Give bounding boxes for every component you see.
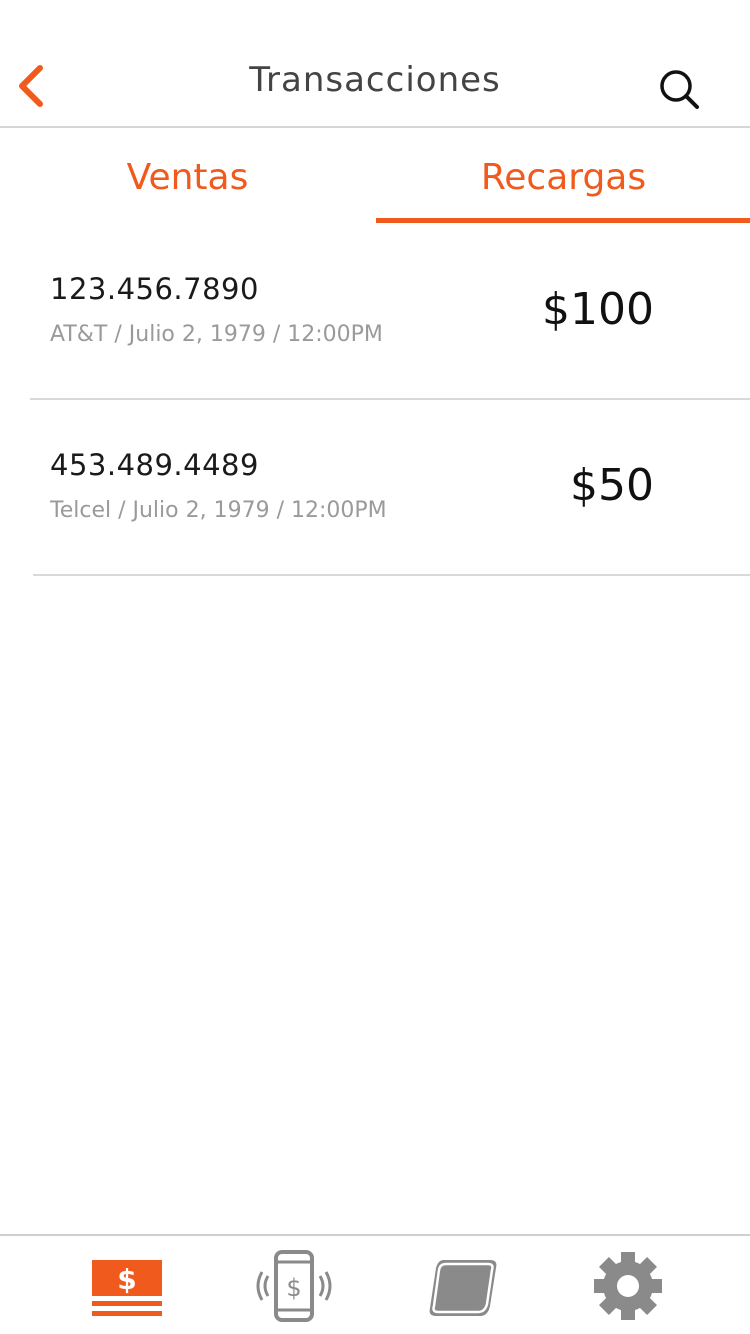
phone-number: 453.489.4489 <box>50 448 259 482</box>
row-divider <box>33 574 750 576</box>
card-icon <box>429 1260 497 1316</box>
tab-bar: Ventas Recargas <box>0 128 750 224</box>
bottom-navigation: $ $ <box>0 1234 750 1334</box>
transactions-icon: $ <box>92 1260 162 1316</box>
header: Transacciones <box>0 0 750 128</box>
svg-text:$: $ <box>117 1263 136 1296</box>
transaction-details: AT&T / Julio 2, 1979 / 12:00PM <box>50 322 383 347</box>
phone-number: 123.456.7890 <box>50 272 259 306</box>
transaction-details: Telcel / Julio 2, 1979 / 12:00PM <box>50 498 387 523</box>
nav-settings[interactable] <box>588 1246 668 1326</box>
tab-recargas[interactable]: Recargas <box>376 128 750 224</box>
active-tab-indicator <box>376 218 750 223</box>
list-item[interactable]: 123.456.7890 AT&T / Julio 2, 1979 / 12:0… <box>0 224 750 400</box>
search-button[interactable] <box>652 62 708 118</box>
app-screen: Transacciones Ventas Recargas 123.456.78… <box>0 0 750 1334</box>
phone-payment-icon: $ <box>256 1250 332 1322</box>
page-title: Transacciones <box>249 60 501 100</box>
nav-phone-payment[interactable]: $ <box>254 1246 334 1326</box>
svg-text:$: $ <box>286 1274 301 1302</box>
tab-ventas[interactable]: Ventas <box>0 128 375 224</box>
list-item[interactable]: 453.489.4489 Telcel / Julio 2, 1979 / 12… <box>0 400 750 576</box>
transaction-amount: $100 <box>542 284 654 335</box>
transaction-amount: $50 <box>570 460 654 511</box>
nav-card[interactable] <box>424 1246 504 1326</box>
settings-icon <box>594 1252 662 1320</box>
nav-transactions[interactable]: $ <box>88 1246 168 1326</box>
search-icon <box>660 70 699 109</box>
transaction-list: 123.456.7890 AT&T / Julio 2, 1979 / 12:0… <box>0 224 750 576</box>
